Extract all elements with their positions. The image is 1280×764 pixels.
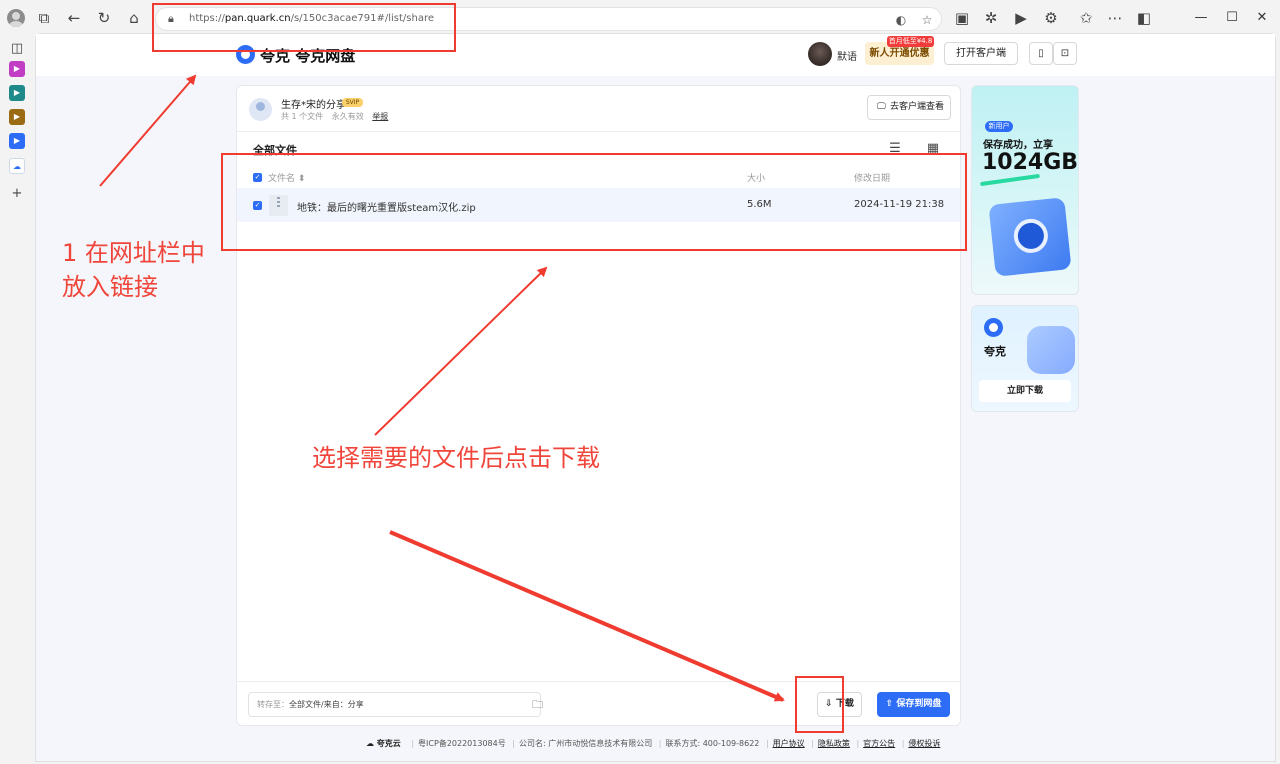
save-path-value: 全部文件/来自：分享 bbox=[289, 700, 364, 709]
ad-storage-amount: 1024GB bbox=[982, 150, 1079, 175]
cloud-folder-illustration-icon bbox=[988, 197, 1072, 277]
extension-bug-icon[interactable]: ✲ bbox=[982, 9, 1000, 27]
share-meta: 共 1 个文件 永久有效 举报 bbox=[281, 111, 388, 122]
media-play-icon[interactable]: ▶ bbox=[1012, 9, 1030, 27]
footer-company: 公司名: 广州市动悦信息技术有限公司 bbox=[518, 739, 653, 748]
save-path-label: 转存至： bbox=[257, 700, 289, 709]
annotation-step2: 选择需要的文件后点击下载 bbox=[312, 444, 600, 472]
app-illustration-icon bbox=[1027, 326, 1075, 374]
report-link[interactable]: 举报 bbox=[372, 112, 388, 121]
app-download-ad[interactable]: 夸克 立即下载 bbox=[971, 305, 1079, 412]
open-client-button[interactable]: 打开客户端 bbox=[944, 42, 1018, 65]
sidebar-toggle-icon[interactable]: ◧ bbox=[1135, 9, 1153, 27]
ad-underline-decoration bbox=[980, 173, 1040, 187]
monitor-icon: 🖵︎ bbox=[877, 102, 886, 112]
extensions-puzzle-icon[interactable]: ⚙ bbox=[1042, 9, 1060, 27]
more-menu-icon[interactable]: ⋯ bbox=[1106, 9, 1124, 27]
annotation-box-download bbox=[795, 676, 844, 733]
new-user-tag: 新用户 bbox=[985, 121, 1013, 132]
back-arrow-icon[interactable]: ← bbox=[65, 9, 83, 27]
user-avatar[interactable] bbox=[808, 42, 832, 66]
download-app-button[interactable]: 立即下载 bbox=[979, 380, 1071, 402]
footer-brand-text: 夸克云 bbox=[376, 739, 401, 748]
view-in-client-label: 去客户端查看 bbox=[890, 102, 945, 112]
footer-contact: 联系方式: 400-109-8622 bbox=[665, 739, 760, 748]
promo-price-badge: 首月低至¥4.8 bbox=[887, 36, 934, 47]
save-path-selector[interactable]: 转存至：全部文件/来自：分享 🗀︎ bbox=[248, 692, 544, 717]
vertical-tabs-sidebar: ◫ ▶ ▶ ▶ ▶ ☁ + bbox=[0, 37, 34, 764]
footer-link-terms[interactable]: 用户协议 bbox=[773, 739, 805, 748]
footer-link-announcements[interactable]: 官方公告 bbox=[863, 739, 895, 748]
sharer-avatar bbox=[249, 98, 272, 121]
new-tab-plus-icon[interactable]: + bbox=[9, 186, 25, 202]
tab-quark-cloud-icon[interactable]: ☁ bbox=[9, 158, 25, 174]
tab-video-brown-icon[interactable]: ▶ bbox=[9, 109, 25, 125]
minimize-icon[interactable]: — bbox=[1192, 9, 1210, 27]
refresh-icon[interactable]: ↻ bbox=[95, 9, 113, 27]
tab-video-teal-icon[interactable]: ▶ bbox=[9, 85, 25, 101]
translate-icon[interactable]: ◐ bbox=[893, 12, 909, 28]
annotation-box-address bbox=[152, 3, 456, 52]
close-window-icon[interactable]: ✕ bbox=[1253, 9, 1271, 27]
home-icon[interactable]: ⌂ bbox=[125, 9, 143, 27]
maximize-icon[interactable]: ☐ bbox=[1223, 9, 1241, 27]
view-in-client-button[interactable]: 🖵︎ 去客户端查看 bbox=[867, 95, 951, 120]
quark-app-icon bbox=[984, 318, 1003, 337]
site-footer: ☁ 夸克云 | 粤ICP备2022013084号 | 公司名: 广州市动悦信息技术有… bbox=[366, 739, 941, 748]
annotation-step1-line1: 1 在网址栏中 bbox=[62, 239, 205, 267]
collections-icon[interactable]: ▣ bbox=[953, 9, 971, 27]
footer-icp[interactable]: 粤ICP备2022013084号 bbox=[418, 739, 506, 748]
ad-headline: 保存成功，立享 bbox=[983, 140, 1053, 151]
favorite-star-icon[interactable]: ☆ bbox=[919, 12, 935, 28]
tab-video-purple-icon[interactable]: ▶ bbox=[9, 61, 25, 77]
user-name[interactable]: 默语 bbox=[837, 48, 857, 63]
annotation-box-file-list bbox=[221, 153, 967, 251]
share-validity: 永久有效 bbox=[331, 112, 364, 121]
annotation-step1-line2: 放入链接 bbox=[62, 273, 158, 301]
footer-link-infringement[interactable]: 侵权投诉 bbox=[908, 739, 940, 748]
file-count: 共 1 个文件 bbox=[281, 112, 324, 121]
folder-icon[interactable]: 🗀︎ bbox=[532, 699, 544, 711]
mobile-app-icon[interactable]: ▯ bbox=[1029, 42, 1053, 65]
feedback-icon[interactable]: ⊡ bbox=[1053, 42, 1077, 65]
svip-badge: SVIP bbox=[342, 98, 363, 107]
tab-video-blue-icon[interactable]: ▶ bbox=[9, 133, 25, 149]
footer-link-privacy[interactable]: 隐私政策 bbox=[818, 739, 850, 748]
workspaces-icon[interactable]: ⧉ bbox=[35, 9, 53, 27]
action-bar: 转存至：全部文件/来自：分享 🗀︎ ⇩ 下载 ⇧ 保存到网盘 bbox=[237, 681, 960, 726]
header-divider bbox=[237, 131, 960, 132]
share-title: 生存*宋的分享 bbox=[281, 100, 346, 111]
app-name: 夸克 bbox=[984, 345, 1006, 358]
save-to-drive-button[interactable]: ⇧ 保存到网盘 bbox=[877, 692, 950, 717]
profile-avatar-icon[interactable] bbox=[7, 9, 25, 27]
save-to-drive-label: 保存到网盘 bbox=[896, 699, 942, 709]
new-user-ad[interactable]: 新用户 保存成功，立享 1024GB bbox=[971, 85, 1079, 295]
favorites-icon[interactable]: ✩ bbox=[1077, 9, 1095, 27]
footer-brand: ☁ 夸克云 bbox=[366, 739, 401, 748]
tab-actions-icon[interactable]: ◫ bbox=[9, 41, 25, 57]
page-viewport: 夸克 夸克网盘 默语 新人开通优惠 首月低至¥4.8 打开客户端 ▯ ⊡ 生存*… bbox=[35, 33, 1276, 762]
